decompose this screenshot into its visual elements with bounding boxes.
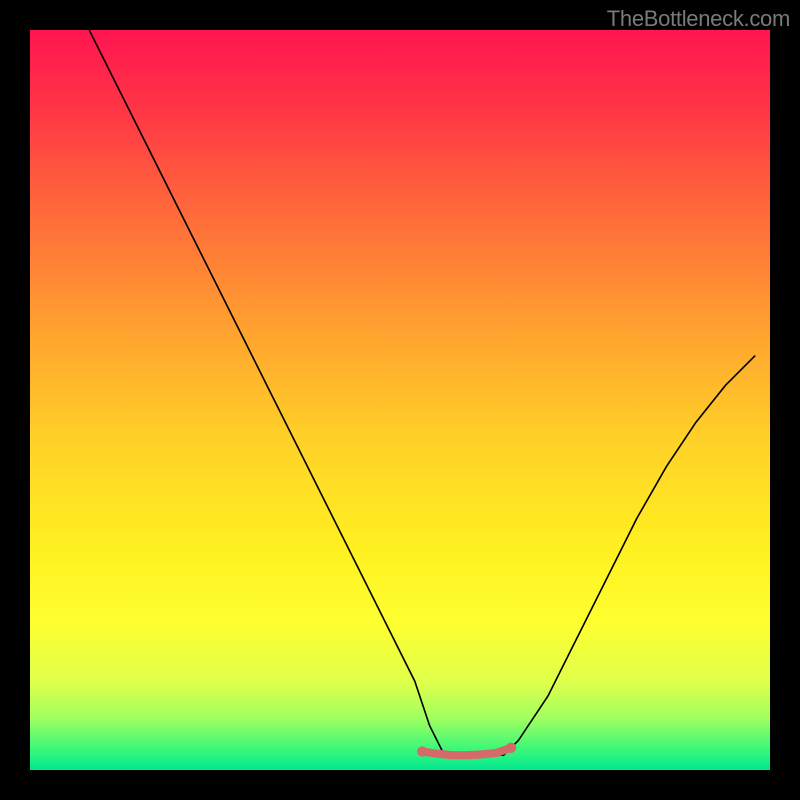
watermark-text: TheBottleneck.com <box>607 6 790 32</box>
chart-container: TheBottleneck.com <box>0 0 800 800</box>
plot-area <box>30 30 770 770</box>
optimal-flat-segment <box>30 30 770 770</box>
